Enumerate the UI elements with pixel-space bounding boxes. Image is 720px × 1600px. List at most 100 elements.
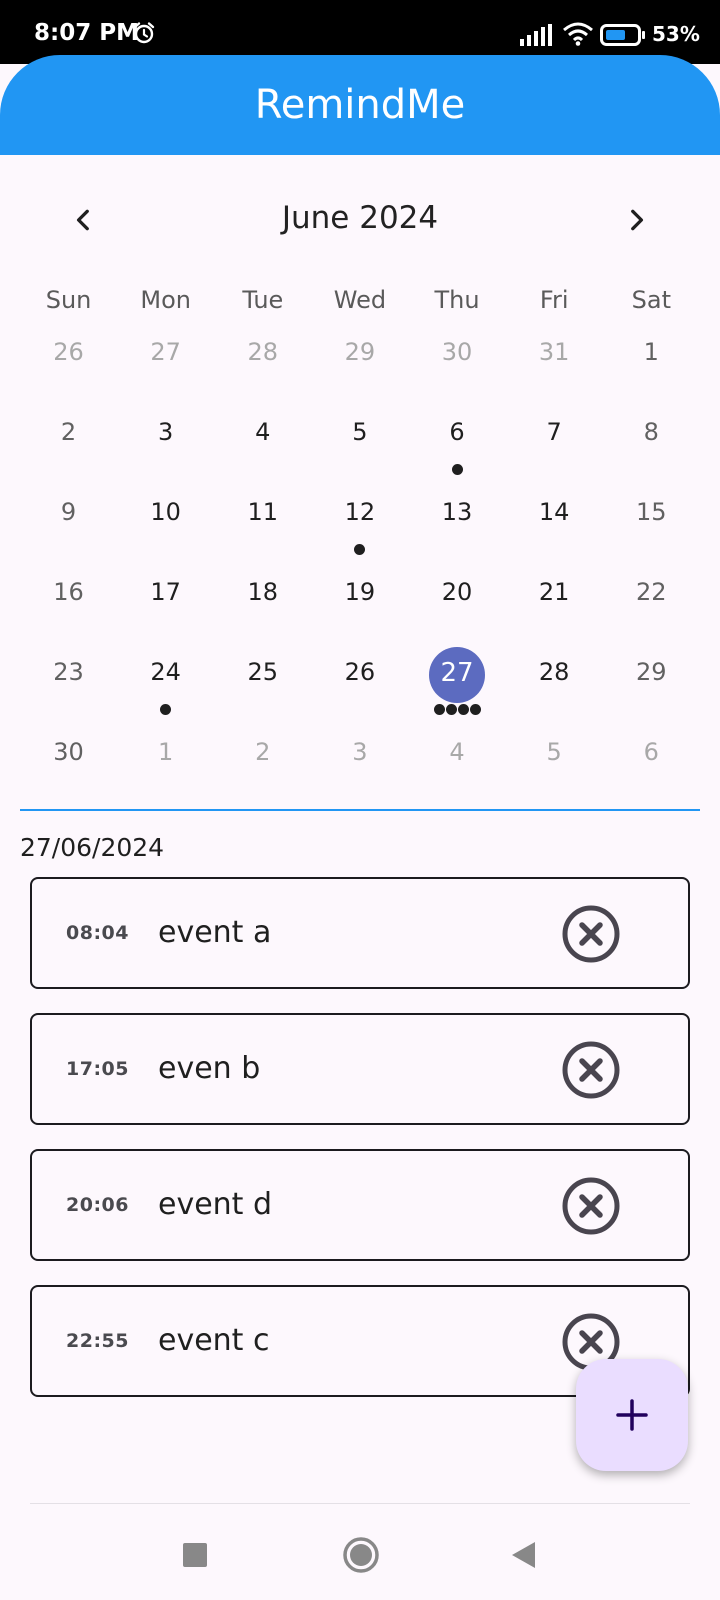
- weekday-label: Mon: [140, 286, 191, 314]
- weekday-label: Sun: [45, 286, 92, 314]
- event-markers: [409, 704, 506, 715]
- app-title: RemindMe: [254, 82, 466, 128]
- calendar-day[interactable]: 1: [603, 320, 700, 400]
- calendar-grid: 26 27 28 29 30 31 1 2 3 4 5 6 7 8 9 10 11 12 13 14 15 16 17 18 1…: [20, 320, 700, 800]
- day-number: 30: [441, 338, 473, 366]
- calendar-day[interactable]: 29: [311, 320, 408, 400]
- status-time: 8:07 PM: [34, 20, 139, 46]
- delete-event-icon[interactable]: [562, 905, 620, 963]
- calendar-day[interactable]: 27: [117, 320, 214, 400]
- day-number: 18: [247, 578, 279, 606]
- calendar-day[interactable]: 28: [506, 640, 603, 720]
- calendar-day[interactable]: 28: [214, 320, 311, 400]
- calendar-day[interactable]: 6: [603, 720, 700, 800]
- home-button[interactable]: [336, 1530, 386, 1580]
- calendar-day[interactable]: 13: [409, 480, 506, 560]
- calendar-day[interactable]: 22: [603, 560, 700, 640]
- calendar-day[interactable]: 6: [409, 400, 506, 480]
- calendar-day[interactable]: 3: [311, 720, 408, 800]
- weekday-label: Sat: [631, 286, 671, 314]
- battery-icon: [600, 24, 645, 46]
- calendar-day[interactable]: 26: [311, 640, 408, 720]
- day-number: 2: [60, 418, 77, 446]
- calendar-day-selected[interactable]: 27: [409, 640, 506, 720]
- home-circle-icon: [343, 1537, 379, 1573]
- event-marker-dot: [433, 704, 445, 715]
- next-month-button[interactable]: [612, 196, 660, 244]
- calendar-day[interactable]: 26: [20, 320, 117, 400]
- event-time: 08:04: [66, 922, 129, 944]
- system-navigation-bar: [0, 1510, 720, 1600]
- calendar-day[interactable]: 5: [311, 400, 408, 480]
- calendar-day[interactable]: 11: [214, 480, 311, 560]
- event-marker-dot: [160, 704, 172, 715]
- calendar-day[interactable]: 9: [20, 480, 117, 560]
- calendar-day[interactable]: 29: [603, 640, 700, 720]
- calendar-day[interactable]: 20: [409, 560, 506, 640]
- calendar-day[interactable]: 19: [311, 560, 408, 640]
- event-markers: [409, 464, 506, 475]
- calendar-day[interactable]: 7: [506, 400, 603, 480]
- day-number: 24: [150, 658, 181, 686]
- calendar-day[interactable]: 30: [20, 720, 117, 800]
- day-number: 15: [636, 498, 667, 526]
- plus-icon: [616, 1399, 648, 1431]
- nav-separator: [30, 1503, 690, 1504]
- day-number: 19: [344, 578, 376, 606]
- back-button[interactable]: [498, 1530, 548, 1580]
- calendar-day[interactable]: 3: [117, 400, 214, 480]
- day-number: 28: [538, 658, 570, 686]
- triangle-back-icon: [512, 1542, 535, 1568]
- event-name: even b: [158, 1051, 261, 1086]
- day-number: 8: [643, 418, 659, 446]
- event-marker-dot: [469, 704, 481, 715]
- event-markers: [311, 544, 408, 555]
- event-card[interactable]: 17:05 even b: [30, 1013, 690, 1125]
- calendar-day[interactable]: 2: [20, 400, 117, 480]
- delete-event-icon[interactable]: [562, 1177, 620, 1235]
- calendar-day[interactable]: 14: [506, 480, 603, 560]
- calendar-day[interactable]: 15: [603, 480, 700, 560]
- calendar-week-row: 30 1 2 3 4 5 6: [20, 720, 700, 800]
- event-name: event d: [158, 1187, 273, 1222]
- calendar-week-row: 2 3 4 5 6 7 8: [20, 400, 700, 480]
- calendar-day[interactable]: 31: [506, 320, 603, 400]
- add-event-button[interactable]: [576, 1359, 688, 1471]
- day-number: 13: [441, 498, 473, 526]
- day-number: 28: [247, 338, 279, 366]
- day-number: 2: [255, 738, 271, 766]
- calendar-day[interactable]: 4: [214, 400, 311, 480]
- day-number: 26: [53, 338, 84, 366]
- recent-apps-button[interactable]: [170, 1530, 220, 1580]
- calendar-day[interactable]: 10: [117, 480, 214, 560]
- calendar-day[interactable]: 24: [117, 640, 214, 720]
- calendar-day[interactable]: 12: [311, 480, 408, 560]
- day-number: 22: [636, 578, 667, 606]
- calendar-day[interactable]: 17: [117, 560, 214, 640]
- calendar-week-row: 9 10 11 12 13 14 15: [20, 480, 700, 560]
- event-card[interactable]: 20:06 event d: [30, 1149, 690, 1261]
- day-number: 4: [449, 738, 465, 766]
- day-number: 26: [344, 658, 376, 686]
- day-number: 5: [352, 418, 368, 446]
- weekday-label: Tue: [242, 286, 284, 314]
- event-time: 17:05: [66, 1058, 129, 1080]
- weekday-label: Wed: [333, 286, 387, 314]
- calendar-day[interactable]: 25: [214, 640, 311, 720]
- calendar-day[interactable]: 23: [20, 640, 117, 720]
- calendar-day[interactable]: 2: [214, 720, 311, 800]
- calendar-week-row: 16 17 18 19 20 21 22: [20, 560, 700, 640]
- day-number: 29: [636, 658, 667, 686]
- calendar-day[interactable]: 30: [409, 320, 506, 400]
- calendar-day[interactable]: 4: [409, 720, 506, 800]
- calendar-day[interactable]: 16: [20, 560, 117, 640]
- event-time: 20:06: [66, 1194, 129, 1216]
- day-number: 21: [538, 578, 570, 606]
- calendar-day[interactable]: 5: [506, 720, 603, 800]
- delete-event-icon[interactable]: [562, 1041, 620, 1099]
- calendar-day[interactable]: 8: [603, 400, 700, 480]
- event-card[interactable]: 08:04 event a: [30, 877, 690, 989]
- calendar-day[interactable]: 21: [506, 560, 603, 640]
- calendar-day[interactable]: 18: [214, 560, 311, 640]
- calendar-day[interactable]: 1: [117, 720, 214, 800]
